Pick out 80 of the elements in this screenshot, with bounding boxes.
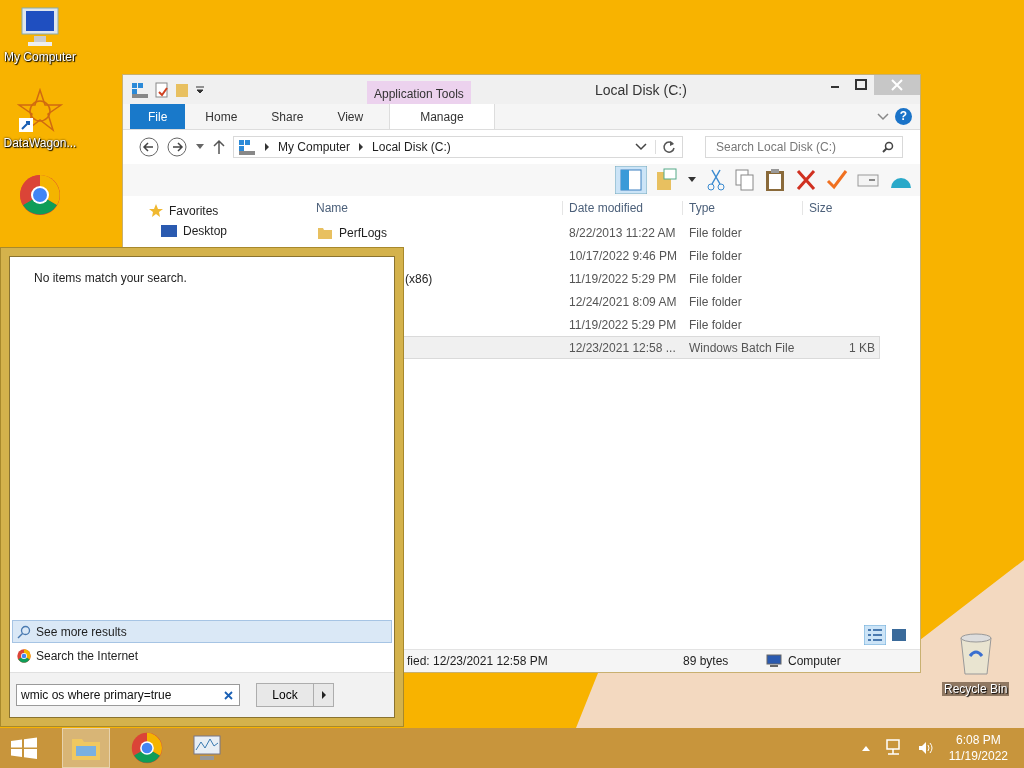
clear-icon[interactable] (224, 690, 233, 700)
date-cell-text: 11/19/2022 5:29 PM (568, 317, 678, 332)
date-cell-text: 11/19/2022 5:29 PM (568, 271, 678, 286)
date-cell-text: 12/24/2021 8:09 AM (568, 294, 678, 309)
preview-pane-icon[interactable] (615, 166, 647, 194)
status-text: fied: 12/23/2021 12:58 PM (407, 654, 549, 668)
file-row[interactable]: PerfLogs 8/22/2013 11:22 AM File folder (301, 221, 880, 244)
chrome-icon[interactable] (19, 174, 61, 216)
breadcrumb-item[interactable]: My Computer (278, 140, 351, 154)
address-bar[interactable]: My Computer Local Disk (C:) (233, 136, 683, 158)
column-header[interactable]: Date modified (562, 201, 682, 215)
ribbon-tab[interactable]: Home (191, 104, 252, 129)
chart-monitor-icon (192, 734, 222, 762)
ribbon-tab[interactable]: Manage (389, 104, 495, 129)
ribbon-tab[interactable]: View (323, 104, 378, 129)
back-icon[interactable] (139, 137, 159, 157)
checkmark-icon[interactable] (826, 168, 848, 192)
chevron-right-icon (358, 143, 365, 151)
show-hidden-icons[interactable] (860, 744, 871, 752)
size-cell: 1 KB (849, 340, 875, 355)
forward-icon[interactable] (167, 137, 187, 157)
properties-icon[interactable] (155, 81, 169, 98)
recycle-bin-icon[interactable] (957, 632, 994, 676)
column-header[interactable]: Type (682, 201, 802, 215)
star-logo-icon[interactable] (17, 88, 63, 134)
up-arrow-icon[interactable] (213, 139, 225, 155)
caret-icon[interactable] (195, 84, 205, 95)
search-icon (882, 141, 894, 153)
nav-item[interactable]: Desktop (149, 224, 301, 238)
type-cell-text: File folder (688, 271, 743, 286)
caret-icon (320, 691, 327, 699)
search-option[interactable]: Search the Internet (12, 644, 392, 667)
power-options-button[interactable] (314, 683, 334, 707)
delete-icon[interactable] (795, 168, 817, 192)
scissors-icon[interactable] (706, 168, 726, 192)
clipboard-icon[interactable] (764, 168, 786, 192)
type-cell-text: Windows Batch File (688, 340, 796, 355)
network-icon[interactable] (884, 739, 903, 757)
computer-icon (766, 654, 782, 668)
file-name: PerfLogs (339, 225, 388, 240)
ribbon-tab[interactable]: Share (257, 104, 318, 129)
details-view-icon[interactable] (864, 625, 886, 645)
date-cell-text: 8/22/2013 11:22 AM (568, 225, 677, 240)
type-cell-text: File folder (688, 294, 743, 309)
caret-icon[interactable] (195, 143, 205, 151)
type-cell-text: File folder (688, 317, 743, 332)
breadcrumb-item[interactable]: Local Disk (C:) (372, 140, 451, 154)
desktop-icon-label[interactable]: Recycle Bin (942, 682, 1010, 696)
date-cell-text: 12/23/2021 12:58 ... (568, 340, 677, 355)
column-header[interactable]: Size (802, 201, 878, 215)
contextual-tab-header: Application Tools (367, 81, 471, 104)
drive-icon[interactable] (131, 81, 149, 98)
caret-icon[interactable] (687, 176, 697, 184)
search-field[interactable]: Search Local Disk (C:) (705, 136, 903, 158)
search-icon (17, 624, 31, 639)
chrome-icon (131, 732, 163, 764)
status-text: 89 bytes (683, 654, 730, 668)
no-results-message: No items match your search. (33, 270, 188, 285)
drive-icon (238, 139, 256, 155)
chevron-right-icon (264, 143, 270, 151)
date-cell-text: 10/17/2022 9:46 PM (568, 248, 679, 263)
monitor-icon (161, 225, 177, 237)
search-input[interactable]: wmic os where primary=true (16, 684, 240, 706)
help-button[interactable]: ? (895, 108, 912, 125)
ribbon-tab[interactable]: File (130, 104, 186, 129)
copy-icon[interactable] (735, 168, 755, 192)
folder-check-icon[interactable] (656, 168, 678, 192)
window-title: Local Disk (C:) (595, 82, 687, 98)
chrome-icon (17, 648, 31, 663)
type-cell-text: File folder (688, 225, 743, 240)
status-text: Computer (788, 654, 841, 668)
star-icon (149, 204, 163, 218)
nav-item[interactable]: Favorites (149, 204, 301, 218)
lock-button[interactable]: Lock (256, 683, 314, 707)
chevron-down-icon[interactable] (635, 142, 647, 152)
search-option[interactable]: See more results (12, 620, 392, 643)
computer-icon[interactable] (18, 6, 62, 48)
file-name: (x86) (405, 271, 433, 286)
column-header[interactable]: Name (301, 201, 562, 215)
type-cell-text: File folder (688, 248, 743, 263)
